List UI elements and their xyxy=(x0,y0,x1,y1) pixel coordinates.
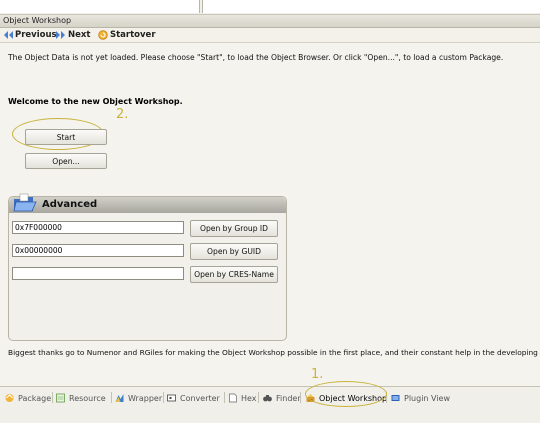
startover-button[interactable]: Startover xyxy=(98,29,156,41)
open-button[interactable]: Open... xyxy=(25,153,107,169)
tab-wrapper[interactable]: Wrapper xyxy=(114,392,162,404)
top-left-pane xyxy=(0,0,200,13)
tab-divider xyxy=(111,392,112,403)
tab-divider xyxy=(300,392,301,403)
finder-icon xyxy=(263,395,272,402)
tab-plugin-view[interactable]: Plugin View xyxy=(390,392,450,404)
plugin-view-icon xyxy=(391,395,400,401)
top-panels xyxy=(0,0,540,15)
plugin-tab-bar: Package Resource Wrapper Converter Hex F… xyxy=(0,367,540,423)
startover-icon xyxy=(98,30,108,40)
hex-icon xyxy=(229,393,237,403)
next-button[interactable]: Next xyxy=(56,29,90,41)
previous-arrow-icon xyxy=(4,31,13,39)
tab-divider xyxy=(52,392,53,403)
start-button[interactable]: Start xyxy=(25,129,107,145)
nav-toolbar: Previous Next Startover xyxy=(0,28,540,43)
next-arrow-icon xyxy=(56,31,65,39)
thanks-text: Biggest thanks go to Numenor and RGiles … xyxy=(8,348,540,357)
tab-divider xyxy=(224,392,225,403)
converter-icon xyxy=(167,394,176,402)
tab-finder[interactable]: Finder xyxy=(262,392,301,404)
folder-open-icon xyxy=(13,193,37,212)
open-by-guid-button[interactable]: Open by GUID xyxy=(190,243,278,260)
advanced-panel: Advanced 0x7F000000 Open by Group ID 0x0… xyxy=(8,193,287,341)
top-right-pane xyxy=(202,0,540,13)
workshop-content: The Object Data is not yet loaded. Pleas… xyxy=(0,43,540,386)
open-by-group-id-button[interactable]: Open by Group ID xyxy=(190,220,278,237)
tab-package[interactable]: Package xyxy=(4,392,51,404)
previous-button[interactable]: Previous xyxy=(3,29,57,41)
advanced-panel-header: Advanced xyxy=(9,193,286,213)
status-message: The Object Data is not yet loaded. Pleas… xyxy=(8,53,504,62)
tab-divider xyxy=(258,392,259,403)
window-titlebar: Object Workshop xyxy=(0,15,540,28)
guid-field[interactable]: 0x00000000 xyxy=(12,244,184,257)
annotation-one: 1. xyxy=(311,367,324,382)
tab-resource[interactable]: Resource xyxy=(55,392,106,404)
welcome-heading: Welcome to the new Object Workshop. xyxy=(8,97,183,106)
object-workshop-highlight-oval xyxy=(305,381,387,407)
annotation-two: 2. xyxy=(116,107,129,122)
group-id-field[interactable]: 0x7F000000 xyxy=(12,221,184,234)
window-title: Object Workshop xyxy=(3,16,72,25)
package-icon xyxy=(5,394,14,402)
resource-icon xyxy=(56,393,65,403)
wrapper-icon xyxy=(115,394,124,402)
open-by-cres-name-button[interactable]: Open by CRES-Name xyxy=(190,266,278,283)
tab-converter[interactable]: Converter xyxy=(166,392,220,404)
tab-hex[interactable]: Hex xyxy=(227,392,257,404)
cres-name-field[interactable] xyxy=(12,267,184,280)
advanced-title: Advanced xyxy=(42,199,98,210)
tab-divider xyxy=(163,392,164,403)
